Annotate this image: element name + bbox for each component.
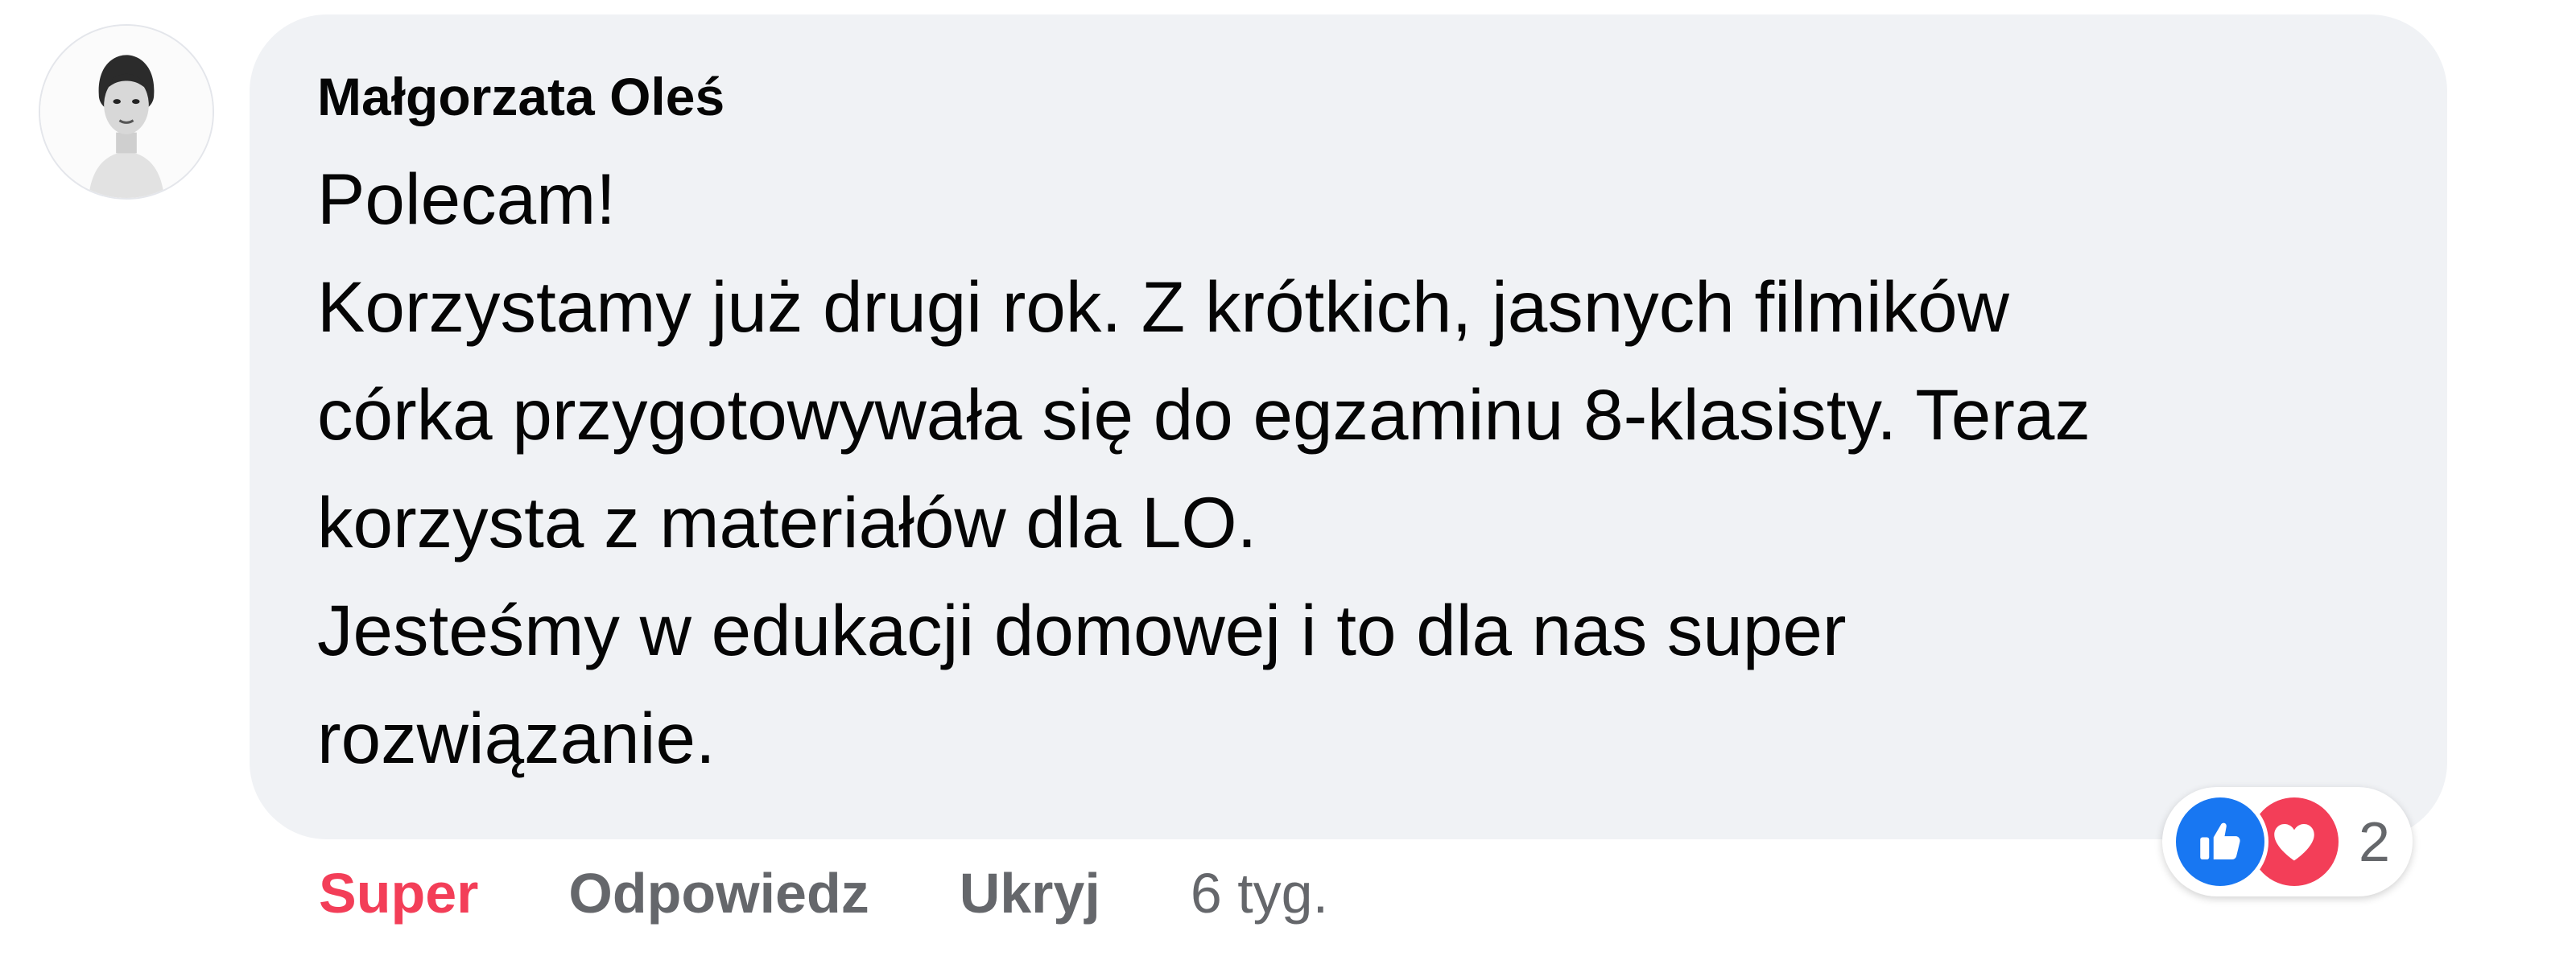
hide-button[interactable]: Ukryj <box>960 861 1100 925</box>
comment-text-line: Korzystamy już drugi rok. Z krótkich, ja… <box>317 266 2009 347</box>
like-icon <box>2172 793 2268 890</box>
comment-text-line: Polecam! <box>317 158 616 239</box>
comment-text-line: Jesteśmy w edukacji domowej i to dla nas… <box>317 589 1847 670</box>
comment-text-line: rozwiązanie. <box>317 697 716 778</box>
reaction-count: 2 <box>2359 810 2390 873</box>
comment-bubble: Małgorzata Oleś Polecam! Korzystamy już … <box>250 14 2447 839</box>
avatar[interactable] <box>39 24 214 200</box>
reaction-button[interactable]: Super <box>319 861 478 925</box>
comment-author[interactable]: Małgorzata Oleś <box>317 63 2383 132</box>
comment-actions: Super Odpowiedz Ukryj 6 tyg. <box>319 853 1328 933</box>
profile-photo-icon <box>40 26 213 198</box>
reply-button[interactable]: Odpowiedz <box>568 861 869 925</box>
comment-text: Polecam! Korzystamy już drugi rok. Z kró… <box>317 145 2383 792</box>
comment-text-line: córka przygotowywała się do egzaminu 8-k… <box>317 373 2091 455</box>
comment-text-line: korzysta z materiałów dla LO. <box>317 481 1257 562</box>
comment-timestamp[interactable]: 6 tyg. <box>1191 861 1328 925</box>
reactions-summary[interactable]: 2 <box>2162 787 2413 896</box>
